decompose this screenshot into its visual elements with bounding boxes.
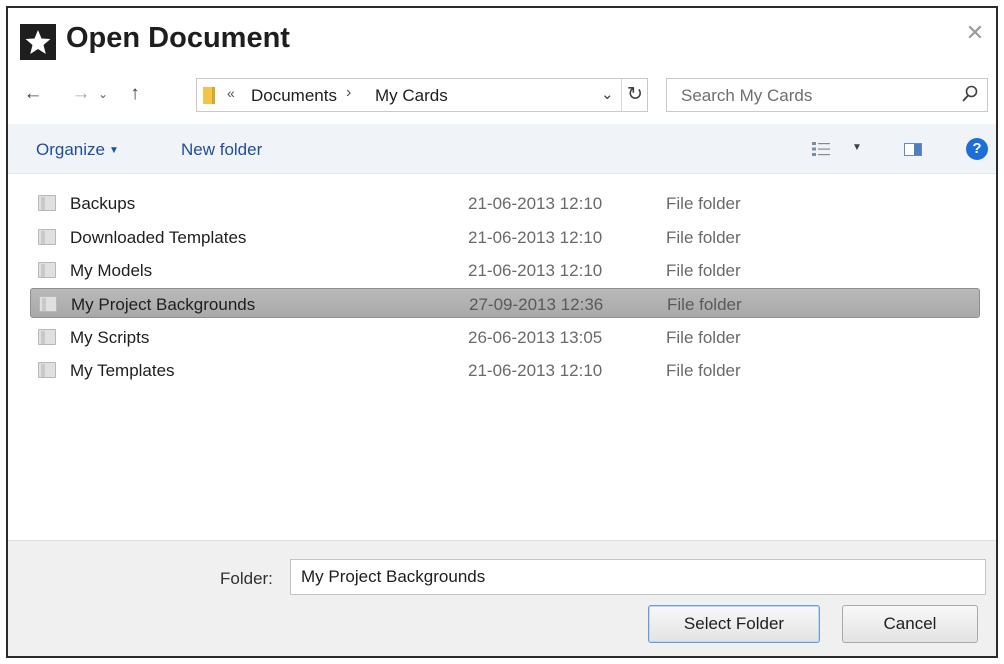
folder-icon — [38, 362, 56, 378]
file-date-modified: 26-06-2013 13:05 — [468, 328, 603, 347]
file-type: File folder — [666, 228, 741, 247]
cancel-button[interactable]: Cancel — [842, 605, 978, 643]
file-date-modified: 21-06-2013 12:10 — [468, 361, 603, 380]
preview-pane-fill — [914, 144, 921, 155]
back-arrow-icon[interactable]: ← — [22, 82, 44, 106]
folder-icon — [39, 296, 57, 312]
file-date-modified: 27-09-2013 12:36 — [469, 295, 604, 314]
dialog-title: Open Document — [66, 22, 290, 54]
file-date-modified: 21-06-2013 12:10 — [468, 228, 603, 247]
breadcrumb-separator-icon[interactable]: › — [346, 84, 351, 102]
file-type: File folder — [667, 295, 742, 314]
address-row: ← → ⌄ ↑ « Documents › My Cards ⌄ ↻ Searc… — [8, 74, 996, 114]
star-icon — [20, 24, 56, 60]
list-item[interactable]: Downloaded Templates 21-06-2013 12:10 Fi… — [30, 222, 980, 252]
open-document-dialog: Open Document ✕ ← → ⌄ ↑ « Documents › My… — [6, 6, 998, 658]
overflow-chevron-icon[interactable]: « — [227, 85, 235, 101]
address-bar[interactable]: « Documents › My Cards ⌄ ↻ — [196, 78, 648, 112]
search-icon[interactable] — [961, 84, 979, 104]
view-list-icon[interactable] — [812, 142, 830, 156]
folder-icon — [38, 229, 56, 245]
title-bar: Open Document ✕ — [8, 8, 996, 66]
file-name: My Scripts — [70, 328, 150, 347]
file-type: File folder — [666, 194, 741, 213]
new-folder-button[interactable]: New folder — [181, 140, 262, 160]
close-icon[interactable]: ✕ — [960, 18, 990, 48]
folder-icon — [38, 329, 56, 345]
folder-icon — [203, 87, 215, 104]
list-item[interactable]: Backups 21-06-2013 12:10 File folder — [30, 188, 980, 218]
select-folder-button[interactable]: Select Folder — [648, 605, 820, 643]
help-icon[interactable]: ? — [966, 138, 988, 160]
folder-icon — [38, 195, 56, 211]
folder-field-label: Folder: — [220, 569, 273, 588]
preview-pane-icon[interactable] — [904, 143, 922, 156]
file-name: My Project Backgrounds — [71, 295, 256, 314]
address-dropdown-chevron-icon[interactable]: ⌄ — [601, 85, 614, 103]
breadcrumb-documents[interactable]: Documents — [251, 86, 337, 106]
file-date-modified: 21-06-2013 12:10 — [468, 194, 603, 213]
file-name: My Templates — [70, 361, 175, 380]
folder-icon — [38, 262, 56, 278]
organize-menu-button[interactable]: Organize ▼ — [36, 140, 119, 160]
list-item[interactable]: My Models 21-06-2013 12:10 File folder — [30, 255, 980, 285]
up-arrow-icon[interactable]: ↑ — [124, 82, 146, 106]
file-name: My Models — [70, 261, 153, 280]
list-item[interactable]: My Templates 21-06-2013 12:10 File folde… — [30, 355, 980, 385]
refresh-icon[interactable]: ↻ — [627, 83, 643, 106]
organize-label: Organize — [36, 140, 105, 159]
file-name: Backups — [70, 194, 136, 213]
file-name: Downloaded Templates — [70, 228, 247, 247]
file-date-modified: 21-06-2013 12:10 — [468, 261, 603, 280]
address-divider — [621, 79, 622, 111]
recent-locations-chevron-icon[interactable]: ⌄ — [92, 82, 114, 106]
file-type: File folder — [666, 361, 741, 380]
file-list: Backups 21-06-2013 12:10 File folder Dow… — [8, 176, 996, 538]
chevron-down-icon: ▼ — [108, 145, 119, 157]
star-icon-glyph — [25, 30, 51, 54]
dialog-footer: Folder: Select Folder Cancel — [8, 540, 996, 656]
list-item-selected[interactable]: My Project Backgrounds 27-09-2013 12:36 … — [30, 288, 980, 318]
command-toolbar: Organize ▼ New folder ▼ ? — [8, 124, 996, 174]
file-type: File folder — [666, 261, 741, 280]
search-box[interactable]: Search My Cards — [666, 78, 988, 112]
list-item[interactable]: My Scripts 26-06-2013 13:05 File folder — [30, 322, 980, 352]
search-input[interactable]: Search My Cards — [681, 86, 812, 106]
breadcrumb-my-cards[interactable]: My Cards — [375, 86, 448, 106]
views-dropdown-chevron-icon[interactable]: ▼ — [852, 142, 862, 153]
forward-arrow-icon[interactable]: → — [70, 82, 92, 106]
folder-name-field[interactable] — [290, 559, 986, 595]
file-type: File folder — [666, 328, 741, 347]
